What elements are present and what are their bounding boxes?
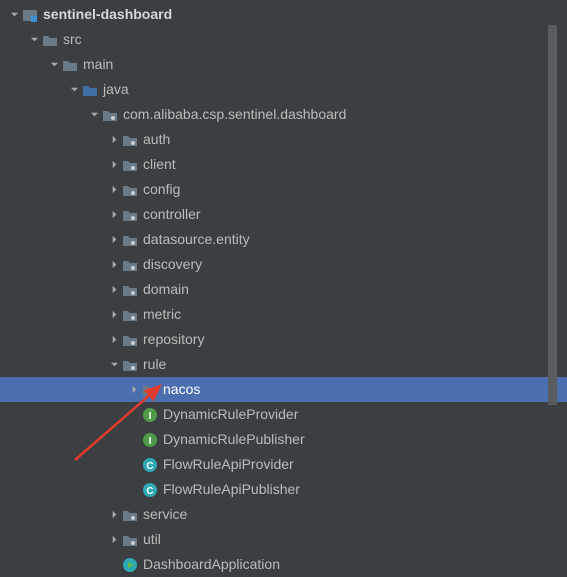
tree-node[interactable]: util: [0, 527, 567, 552]
package-icon: [122, 232, 138, 248]
tree-node[interactable]: I DynamicRulePublisher: [0, 427, 567, 452]
vertical-scrollbar[interactable]: [548, 25, 557, 405]
chevron-right-icon[interactable]: [106, 507, 122, 523]
class-icon: C: [142, 457, 158, 473]
tree-node-label: main: [83, 52, 113, 77]
package-icon: [102, 107, 118, 123]
tree-node-label: src: [63, 27, 82, 52]
tree-node[interactable]: auth: [0, 127, 567, 152]
tree-node-label: DynamicRulePublisher: [163, 427, 305, 452]
iface-icon: I: [142, 432, 158, 448]
tree-node-label: client: [143, 152, 176, 177]
chevron-right-icon[interactable]: [106, 257, 122, 273]
tree-node-label: service: [143, 502, 187, 527]
tree-node-label: util: [143, 527, 161, 552]
chevron-down-icon[interactable]: [26, 32, 42, 48]
chevron-right-icon[interactable]: [106, 282, 122, 298]
package-icon: [122, 282, 138, 298]
tree-node[interactable]: discovery: [0, 252, 567, 277]
package-icon: [122, 307, 138, 323]
package-icon: [122, 357, 138, 373]
tree-node-label: discovery: [143, 252, 202, 277]
tree-node-label: sentinel-dashboard: [43, 2, 172, 27]
chevron-down-icon[interactable]: [6, 7, 22, 23]
tree-node-label: domain: [143, 277, 189, 302]
package-icon: [142, 382, 158, 398]
tree-node-label: config: [143, 177, 180, 202]
tree-node-label: nacos: [163, 377, 200, 402]
chevron-right-icon[interactable]: [126, 382, 142, 398]
tree-node-label: rule: [143, 352, 166, 377]
tree-node-label: DynamicRuleProvider: [163, 402, 298, 427]
tree-node[interactable]: client: [0, 152, 567, 177]
chevron-down-icon[interactable]: [86, 107, 102, 123]
chevron-right-icon[interactable]: [106, 207, 122, 223]
chevron-right-icon[interactable]: [106, 132, 122, 148]
tree-node[interactable]: repository: [0, 327, 567, 352]
package-icon: [122, 207, 138, 223]
chevron-right-icon[interactable]: [106, 332, 122, 348]
package-icon: [122, 182, 138, 198]
tree-node-label: FlowRuleApiProvider: [163, 452, 294, 477]
folder-icon: [62, 57, 78, 73]
svg-text:C: C: [146, 461, 153, 472]
chevron-right-icon[interactable]: [106, 182, 122, 198]
tree-node[interactable]: nacos: [0, 377, 567, 402]
project-tree[interactable]: sentinel-dashboardsrcmainjavacom.alibaba…: [0, 0, 567, 577]
chevron-right-icon[interactable]: [106, 532, 122, 548]
tree-node[interactable]: metric: [0, 302, 567, 327]
svg-text:I: I: [149, 411, 152, 422]
package-icon: [122, 132, 138, 148]
svg-text:I: I: [149, 436, 152, 447]
module-icon: [22, 7, 38, 23]
package-icon: [122, 507, 138, 523]
chevron-right-icon[interactable]: [106, 157, 122, 173]
tree-node[interactable]: C FlowRuleApiProvider: [0, 452, 567, 477]
tree-node[interactable]: rule: [0, 352, 567, 377]
tree-node-label: java: [103, 77, 129, 102]
tree-node[interactable]: java: [0, 77, 567, 102]
tree-node-label: datasource.entity: [143, 227, 250, 252]
chevron-right-icon[interactable]: [106, 307, 122, 323]
tree-node[interactable]: config: [0, 177, 567, 202]
tree-node[interactable]: src: [0, 27, 567, 52]
package-icon: [122, 532, 138, 548]
tree-node[interactable]: C FlowRuleApiPublisher: [0, 477, 567, 502]
tree-node-label: metric: [143, 302, 181, 327]
chevron-down-icon[interactable]: [106, 357, 122, 373]
class-icon: C: [142, 482, 158, 498]
tree-node[interactable]: com.alibaba.csp.sentinel.dashboard: [0, 102, 567, 127]
package-icon: [122, 157, 138, 173]
folder-icon: [42, 32, 58, 48]
chevron-right-icon[interactable]: [106, 232, 122, 248]
tree-node[interactable]: domain: [0, 277, 567, 302]
tree-node-label: controller: [143, 202, 201, 227]
tree-node[interactable]: datasource.entity: [0, 227, 567, 252]
chevron-down-icon[interactable]: [66, 82, 82, 98]
tree-node[interactable]: sentinel-dashboard: [0, 2, 567, 27]
svg-text:C: C: [146, 486, 153, 497]
tree-node-label: com.alibaba.csp.sentinel.dashboard: [123, 102, 346, 127]
tree-node[interactable]: main: [0, 52, 567, 77]
package-icon: [122, 332, 138, 348]
tree-node[interactable]: service: [0, 502, 567, 527]
package-icon: [122, 257, 138, 273]
tree-node-label: repository: [143, 327, 204, 352]
iface-icon: I: [142, 407, 158, 423]
tree-node[interactable]: I DynamicRuleProvider: [0, 402, 567, 427]
chevron-down-icon[interactable]: [46, 57, 62, 73]
tree-node-label: auth: [143, 127, 170, 152]
folder-src-icon: [82, 82, 98, 98]
tree-node-label: FlowRuleApiPublisher: [163, 477, 300, 502]
tree-node[interactable]: controller: [0, 202, 567, 227]
